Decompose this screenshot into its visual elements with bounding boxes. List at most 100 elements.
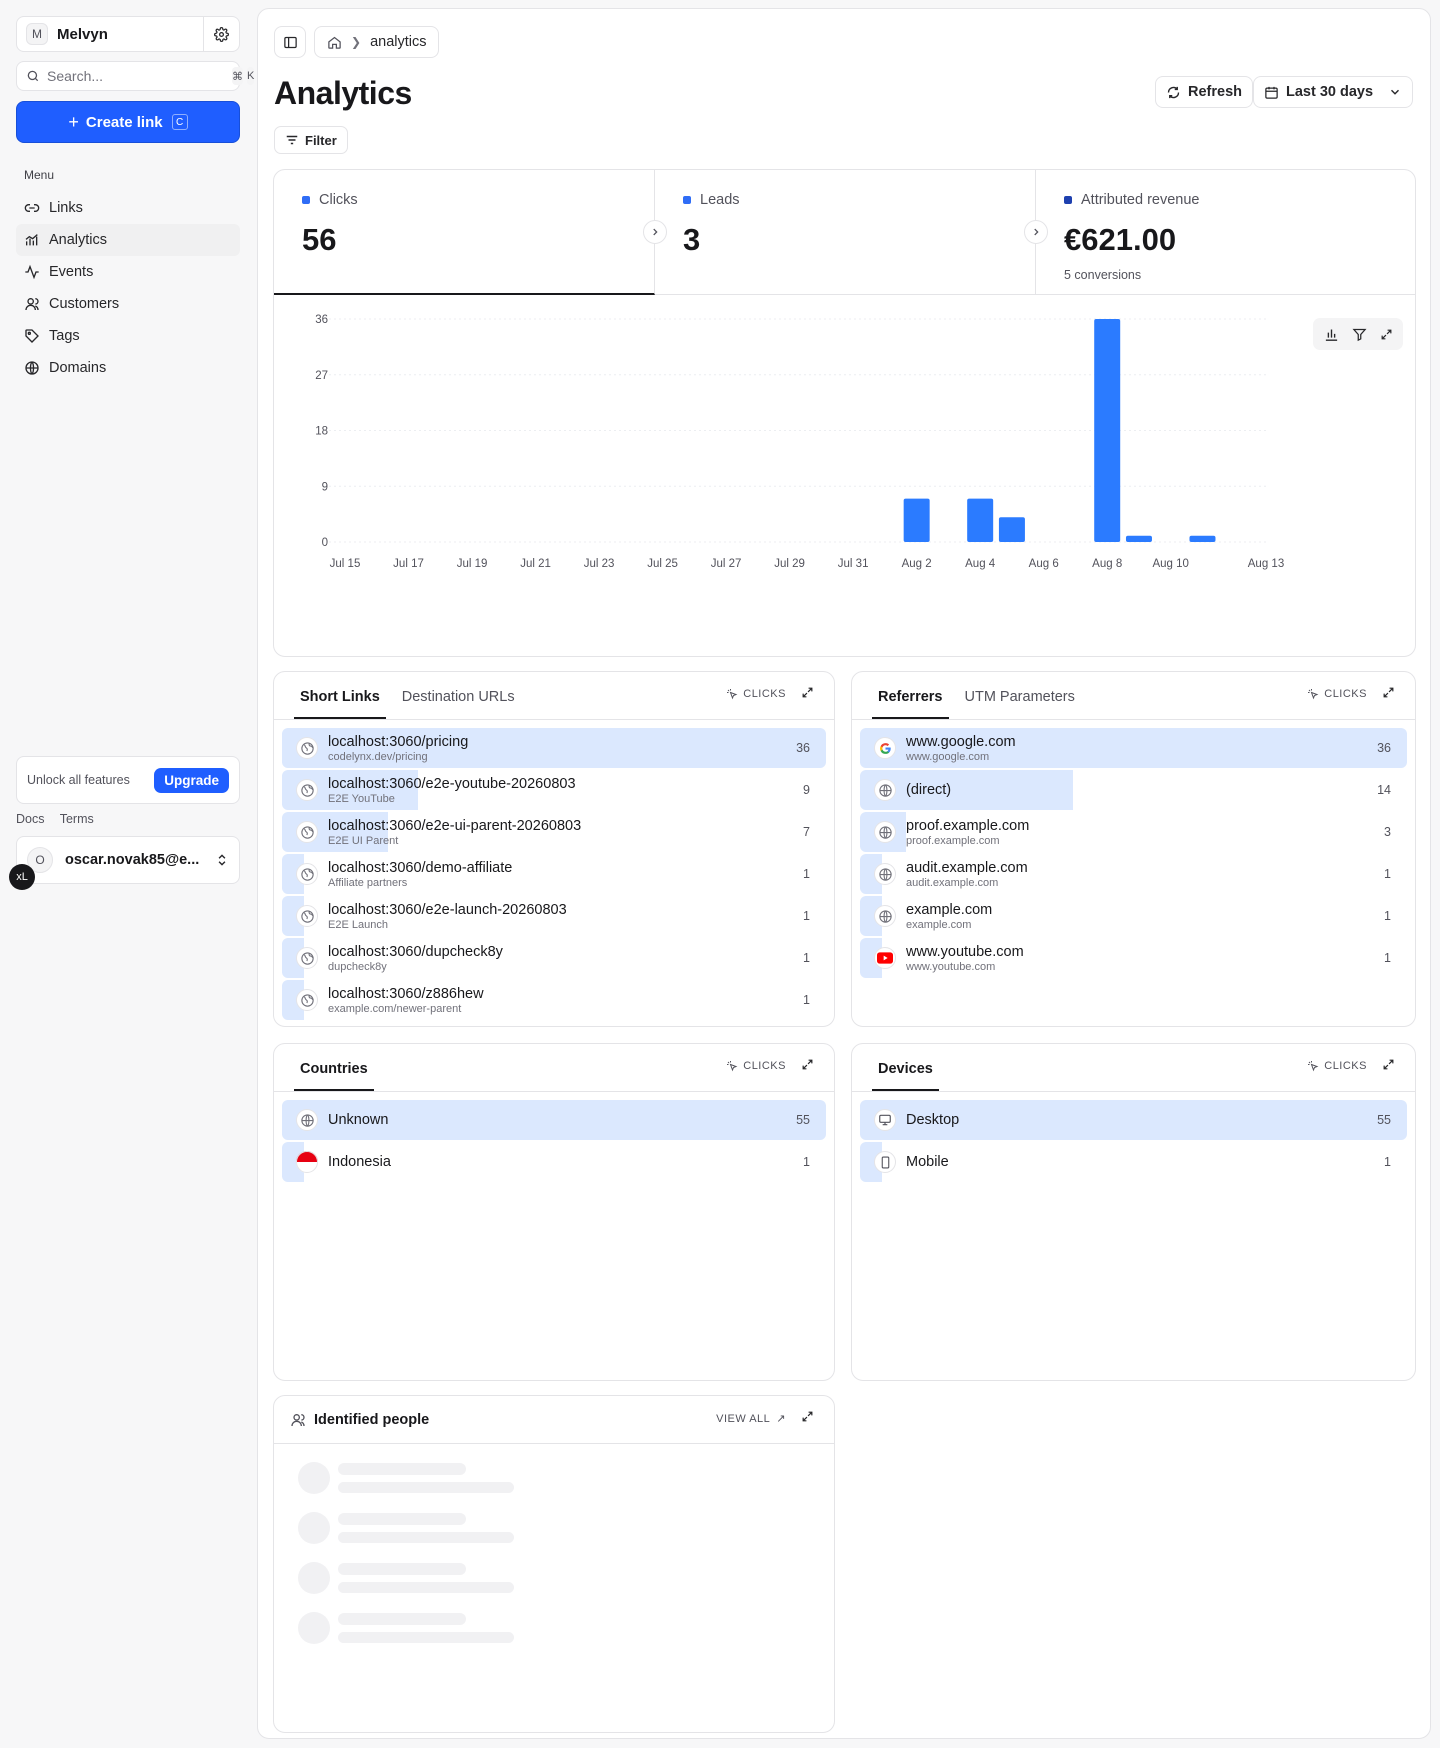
bar-aug-2 (903, 498, 930, 542)
list-item[interactable]: localhost:3060/z886hew example.com/newer-… (282, 980, 826, 1020)
terms-link[interactable]: Terms (60, 812, 94, 826)
search-box[interactable]: ⌘ K (16, 61, 255, 91)
view-all-label: VIEW ALL (716, 1412, 771, 1425)
tab-short-links[interactable]: Short Links (294, 689, 386, 719)
row-count: 1 (803, 1155, 810, 1169)
list-item[interactable]: localhost:3060/dupcheck8y dupcheck8y 1 (282, 938, 826, 978)
tab-utm-parameters[interactable]: UTM Parameters (959, 689, 1081, 719)
tab-countries[interactable]: Countries (294, 1061, 374, 1091)
list-item[interactable]: Mobile 1 (860, 1142, 1407, 1182)
row-count: 36 (1377, 741, 1391, 755)
expand-icon[interactable] (1382, 1058, 1395, 1071)
indonesia-flag-icon (296, 1151, 318, 1173)
list-item[interactable]: localhost:3060/e2e-launch-20260803 E2E La… (282, 896, 826, 936)
link-globe-icon (296, 863, 318, 885)
metric-selector[interactable]: CLICKS (726, 1060, 786, 1072)
cursor-click-icon (726, 1060, 738, 1072)
y-tick-label: 36 (315, 314, 328, 326)
sidebar-item-label: Links (49, 200, 83, 216)
refresh-button[interactable]: Refresh (1155, 76, 1253, 108)
stat-value: 3 (683, 222, 701, 257)
metric-selector[interactable]: CLICKS (726, 688, 786, 700)
filter-button[interactable]: Filter (274, 126, 348, 154)
row-title: localhost:3060/pricing (328, 733, 469, 750)
tab-referrers[interactable]: Referrers (872, 689, 949, 719)
row-subtitle: E2E UI Parent (328, 834, 399, 847)
sidebar-item-label: Events (49, 264, 94, 280)
list-item[interactable]: audit.example.com audit.example.com 1 (860, 854, 1407, 894)
countries-list: Unknown 55 Indonesia 1 (274, 1092, 834, 1192)
x-tick-label: Aug 13 (1248, 558, 1284, 570)
breadcrumb-current[interactable]: analytics (370, 34, 426, 50)
list-item[interactable]: localhost:3060/e2e-ui-parent-20260803 E2E… (282, 812, 826, 852)
expand-icon[interactable] (1380, 328, 1393, 341)
upgrade-card: Unlock all features Upgrade (16, 756, 240, 804)
expand-icon[interactable] (801, 1058, 814, 1071)
stat-clicks[interactable]: Clicks 56 (274, 170, 655, 295)
user-menu[interactable]: O oscar.novak85@e... (16, 836, 240, 884)
sidebar-item-label: Tags (49, 328, 80, 344)
list-item[interactable]: Unknown 55 (282, 1100, 826, 1140)
bar-chart-icon[interactable] (1324, 327, 1339, 342)
sidebar-nav: Links Analytics Events Customers Tags Do… (16, 192, 240, 384)
chevron-right-icon[interactable] (1024, 220, 1048, 244)
list-item[interactable]: www.youtube.com www.youtube.com 1 (860, 938, 1407, 978)
skeleton-avatar (298, 1462, 330, 1494)
expand-icon[interactable] (801, 1410, 814, 1423)
list-item[interactable]: localhost:3060/pricing codelynx.dev/prici… (282, 728, 826, 768)
list-item[interactable]: proof.example.com proof.example.com 3 (860, 812, 1407, 852)
k-key-hint: K (247, 67, 255, 85)
date-range-select[interactable]: Last 30 days (1253, 76, 1413, 108)
floating-badge[interactable]: xL (9, 864, 35, 890)
create-link-button[interactable]: + Create link C (16, 101, 240, 143)
list-item[interactable]: example.com example.com 1 (860, 896, 1407, 936)
x-tick-label: Aug 4 (965, 558, 996, 570)
filter-funnel-icon[interactable] (1351, 327, 1367, 342)
unlock-text: Unlock all features (27, 773, 130, 787)
row-title: localhost:3060/e2e-youtube-20260803 (328, 775, 576, 792)
expand-icon[interactable] (1382, 686, 1395, 699)
home-icon[interactable] (327, 35, 342, 50)
list-item[interactable]: Indonesia 1 (282, 1142, 826, 1182)
upgrade-button[interactable]: Upgrade (154, 767, 229, 793)
list-item[interactable]: localhost:3060/demo-affiliate Affiliate p… (282, 854, 826, 894)
sidebar-item-domains[interactable]: Domains (16, 352, 240, 384)
settings-gear-icon[interactable] (203, 17, 239, 51)
x-tick-label: Jul 15 (330, 558, 361, 570)
x-tick-label: Aug 6 (1029, 558, 1059, 570)
stat-revenue[interactable]: Attributed revenue €621.00 5 conversions (1036, 170, 1415, 295)
row-count: 1 (803, 951, 810, 965)
link-icon (24, 200, 40, 216)
expand-icon[interactable] (801, 686, 814, 699)
list-item[interactable]: (direct) 14 (860, 770, 1407, 810)
workspace-switcher[interactable]: M Melvyn (16, 16, 240, 52)
sidebar: M Melvyn ⌘ K + Create link C Menu Links … (0, 0, 256, 1748)
sidebar-item-links[interactable]: Links (16, 192, 240, 224)
list-item[interactable]: www.google.com www.google.com 36 (860, 728, 1407, 768)
sidebar-item-events[interactable]: Events (16, 256, 240, 288)
tab-destination-urls[interactable]: Destination URLs (396, 689, 521, 719)
clicks-bar-chart: 0 9 18 27 36 Jul 15 Jul 17 Jul 19 Jul 21 Jul 23 Ju… (315, 314, 1284, 570)
metric-selector[interactable]: CLICKS (1307, 688, 1367, 700)
row-count: 1 (1384, 1155, 1391, 1169)
sidebar-toggle-button[interactable] (274, 26, 306, 58)
sidebar-item-customers[interactable]: Customers (16, 288, 240, 320)
sidebar-toggle-icon (283, 35, 298, 50)
metric-selector[interactable]: CLICKS (1307, 1060, 1367, 1072)
sidebar-item-tags[interactable]: Tags (16, 320, 240, 352)
list-item[interactable]: Desktop 55 (860, 1100, 1407, 1140)
calendar-icon (1264, 85, 1279, 100)
user-email: oscar.novak85@e... (65, 852, 200, 868)
row-text: localhost:3060/e2e-ui-parent-20260803 E2E… (328, 818, 803, 847)
chevron-right-icon[interactable] (643, 220, 667, 244)
search-input[interactable] (47, 68, 228, 84)
stat-leads[interactable]: Leads 3 (655, 170, 1036, 295)
list-item[interactable]: localhost:3060/e2e-youtube-20260803 E2E Y… (282, 770, 826, 810)
x-tick-label: Jul 25 (647, 558, 678, 570)
sidebar-item-analytics[interactable]: Analytics (16, 224, 240, 256)
docs-link[interactable]: Docs (16, 812, 44, 826)
filter-label: Filter (305, 132, 337, 148)
view-all-link[interactable]: VIEW ALL ↗ (716, 1412, 786, 1426)
row-text: example.com example.com (906, 902, 1384, 931)
tab-devices[interactable]: Devices (872, 1061, 939, 1091)
